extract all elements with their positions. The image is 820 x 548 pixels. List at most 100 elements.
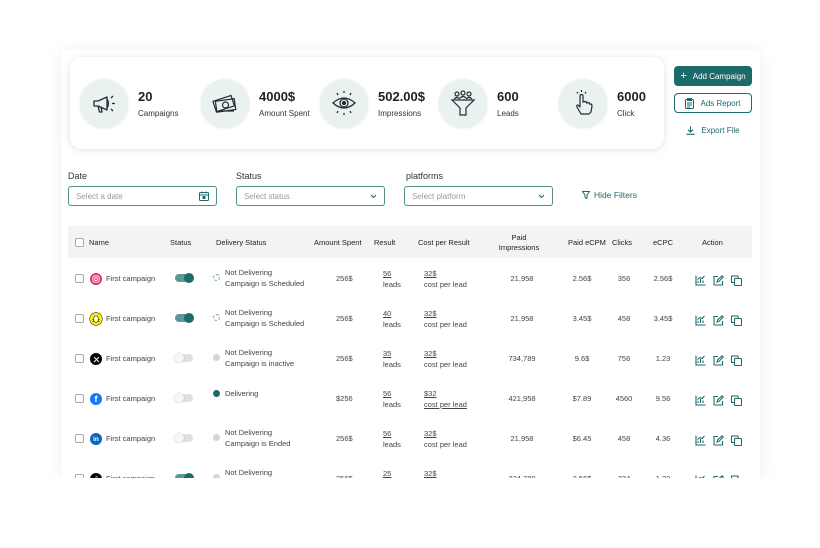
header-delivery-status: Delivery Status xyxy=(216,238,267,247)
add-campaign-button[interactable]: + Add Campaign xyxy=(674,66,752,86)
stat-value: 4000$ xyxy=(259,89,296,104)
stat-label: Click xyxy=(617,109,635,118)
table-row: First campaign Not Delivering Campaign i… xyxy=(68,299,752,340)
result-unit: leads xyxy=(383,279,401,289)
analytics-icon[interactable] xyxy=(695,433,706,446)
cost-per-result[interactable]: $32 cost per lead xyxy=(424,389,467,410)
plus-icon: + xyxy=(680,70,687,82)
table-row: f First campaign Delivering $256 56 lead… xyxy=(68,379,752,420)
header-result: Result xyxy=(374,238,396,247)
megaphone-icon xyxy=(80,79,128,127)
table-row: First campaign Not Delivering Campaign i… xyxy=(68,259,752,300)
date-placeholder: Select a date xyxy=(76,191,123,201)
paid-impressions: 734,789 xyxy=(508,354,536,363)
result-value: 40 xyxy=(383,309,392,318)
row-checkbox[interactable] xyxy=(75,434,84,443)
stat-label: Amount Spent xyxy=(259,109,310,118)
header-amount-spent: Amount Spent xyxy=(314,238,362,247)
clipboard-icon xyxy=(685,97,695,109)
result[interactable]: 56 leads xyxy=(383,429,401,450)
hide-filters-button[interactable]: Hide Filters xyxy=(582,190,637,200)
stat-label: Campaigns xyxy=(138,109,179,118)
stat-value: 502.00$ xyxy=(378,89,425,104)
duplicate-icon[interactable] xyxy=(730,393,743,407)
edit-icon[interactable] xyxy=(713,353,724,366)
delivery-status: Not Delivering Campaign is inactive xyxy=(225,348,325,369)
ecpc: 9.56 xyxy=(655,394,671,403)
edit-icon[interactable] xyxy=(713,273,724,286)
duplicate-icon[interactable] xyxy=(730,273,743,287)
duplicate-icon[interactable] xyxy=(730,313,743,327)
header-name: Name xyxy=(89,238,110,247)
delivery-status-line1: Not Delivering xyxy=(225,428,273,437)
clicks: 458 xyxy=(617,434,631,443)
status-toggle[interactable] xyxy=(174,352,193,363)
platform-placeholder: Select platform xyxy=(412,191,466,201)
row-checkbox[interactable] xyxy=(75,354,84,363)
row-checkbox[interactable] xyxy=(75,314,84,323)
table-header: Name Status Delivery Status Amount Spent… xyxy=(68,226,752,258)
status-filter-label: Status xyxy=(236,171,262,181)
paid-impressions: 21,958 xyxy=(510,274,534,283)
result-value: 56 xyxy=(383,269,392,278)
amount-spent: 256$ xyxy=(336,434,353,443)
paid-impressions: 421,958 xyxy=(508,394,536,403)
cost-per-result[interactable]: 32$ cost per lead xyxy=(424,429,467,450)
cost-per-result[interactable]: 32$ cost per lead xyxy=(424,349,467,370)
paid-ecpm: 9.6$ xyxy=(574,354,590,363)
analytics-icon[interactable] xyxy=(695,273,706,286)
paid-ecpm: 3.45$ xyxy=(572,314,592,323)
stat-label: Impressions xyxy=(378,109,422,118)
calendar-icon xyxy=(199,191,209,201)
linkedin-icon: in xyxy=(90,433,102,445)
delivery-status: Not Delivering Campaign is Ended xyxy=(225,428,325,449)
delivery-status-line1: Delivering xyxy=(225,389,259,398)
table-row: in First campaign Not Delivering Campaig… xyxy=(68,419,752,460)
result[interactable]: 56 leads xyxy=(383,269,401,290)
duplicate-icon[interactable] xyxy=(730,353,743,367)
ecpc: 1.23 xyxy=(655,354,671,363)
analytics-icon[interactable] xyxy=(695,313,706,326)
cost-per-result[interactable]: 32$ cost per lead xyxy=(424,309,467,330)
select-all-checkbox[interactable] xyxy=(75,238,84,247)
row-checkbox[interactable] xyxy=(75,394,84,403)
edit-icon[interactable] xyxy=(713,433,724,446)
paid-ecpm: $6.45 xyxy=(572,434,592,443)
duplicate-icon[interactable] xyxy=(730,433,743,447)
date-filter-label: Date xyxy=(68,171,88,181)
instagram-icon xyxy=(90,273,102,285)
bottom-fade xyxy=(0,478,820,548)
analytics-icon[interactable] xyxy=(695,353,706,366)
header-clicks: Clicks xyxy=(612,238,632,247)
result-unit: leads xyxy=(383,399,401,409)
status-toggle[interactable] xyxy=(175,312,194,323)
edit-icon[interactable] xyxy=(713,393,724,406)
snapchat-icon xyxy=(90,313,102,325)
status-toggle[interactable] xyxy=(174,392,193,403)
delivery-status-dot xyxy=(213,390,220,397)
delivery-status-line1: Not Delivering xyxy=(225,268,273,277)
row-checkbox[interactable] xyxy=(75,274,84,283)
status-select[interactable]: Select status xyxy=(236,186,385,206)
export-file-button[interactable]: Export File xyxy=(674,121,752,139)
date-select[interactable]: Select a date xyxy=(68,186,217,206)
chevron-down-icon xyxy=(370,194,377,198)
ads-report-button[interactable]: Ads Report xyxy=(674,93,752,113)
result[interactable]: 35 leads xyxy=(383,349,401,370)
cost-unit: cost per lead xyxy=(424,279,467,289)
analytics-icon[interactable] xyxy=(695,393,706,406)
status-toggle[interactable] xyxy=(174,432,193,443)
result[interactable]: 56 leads xyxy=(383,389,401,410)
edit-icon[interactable] xyxy=(713,313,724,326)
status-toggle[interactable] xyxy=(175,272,194,283)
delivery-status-dot xyxy=(213,434,220,441)
platform-select[interactable]: Select platform xyxy=(404,186,553,206)
stat-value: 20 xyxy=(138,89,153,104)
header-paid-impressions-line2: Impressions xyxy=(498,243,540,252)
platforms-filter-label: platforms xyxy=(406,171,444,181)
cost-unit: cost per lead xyxy=(424,359,467,369)
result[interactable]: 40 leads xyxy=(383,309,401,330)
delivery-status-dot xyxy=(213,314,220,321)
funnel-icon xyxy=(439,79,487,127)
cost-per-result[interactable]: 32$ cost per lead xyxy=(424,269,467,290)
